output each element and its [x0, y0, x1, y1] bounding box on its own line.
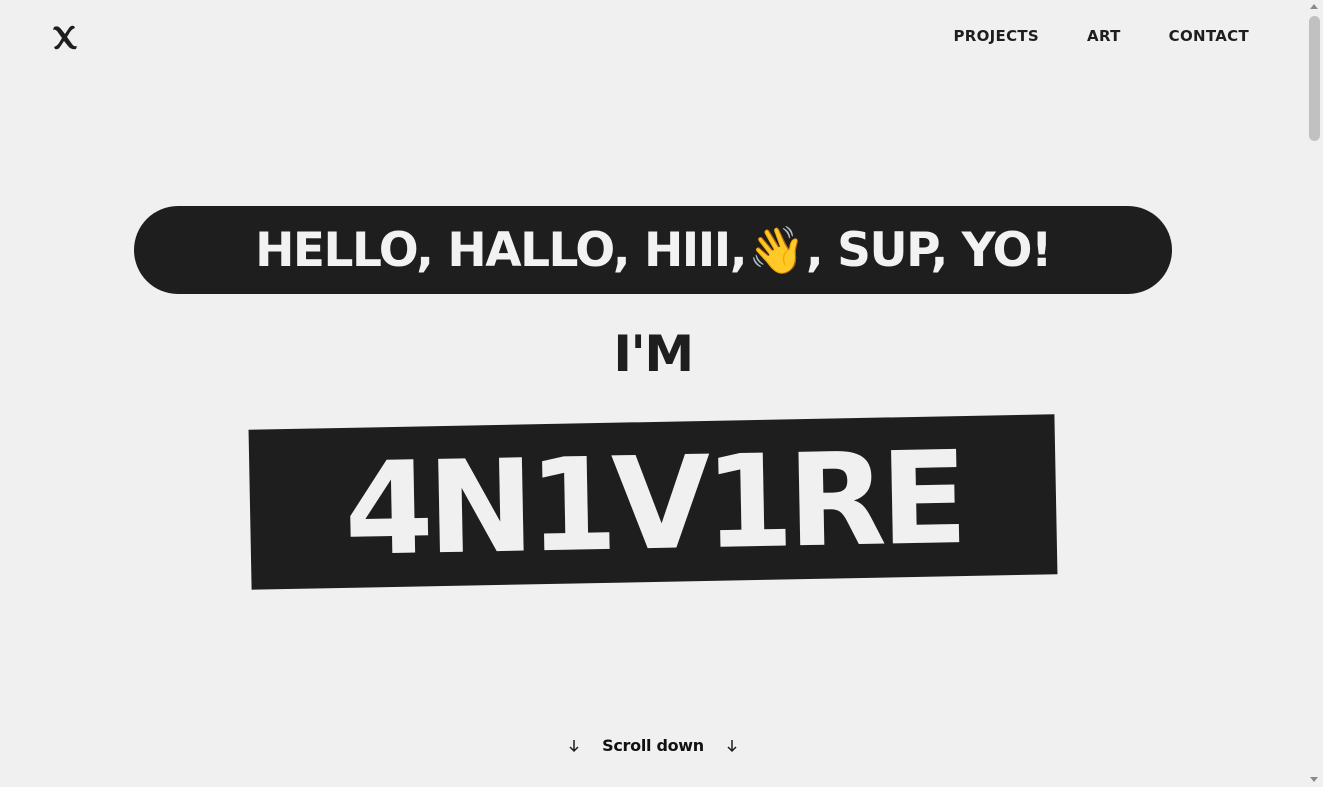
- page: PROJECTS ART CONTACT HELLO, HALLO, HIII,…: [0, 0, 1323, 787]
- x-logo-icon[interactable]: [50, 22, 80, 52]
- greeting-text: HELLO, HALLO, HIII, 👋 , SUP, YO!: [255, 222, 1053, 278]
- greeting-banner: HELLO, HALLO, HIII, 👋 , SUP, YO!: [134, 206, 1172, 294]
- arrow-down-icon: [569, 739, 579, 752]
- x-logo-icon-svg: [53, 25, 77, 50]
- intro-heading: I'M: [613, 325, 694, 383]
- nav-link-art[interactable]: ART: [1087, 27, 1121, 45]
- scroll-up-arrow-icon[interactable]: [1310, 4, 1318, 9]
- scrollbar-thumb[interactable]: [1309, 16, 1320, 141]
- name-banner: 4N1V1RE: [248, 414, 1058, 590]
- greeting-text-start: HELLO, HALLO, HIII,: [255, 222, 748, 278]
- scroll-down-button[interactable]: Scroll down: [0, 736, 1306, 755]
- vertical-scrollbar[interactable]: [1306, 0, 1323, 787]
- scroll-down-label: Scroll down: [602, 736, 704, 755]
- arrow-down-icon: [727, 739, 737, 752]
- nav-link-contact[interactable]: CONTACT: [1169, 27, 1249, 45]
- nav-link-projects[interactable]: PROJECTS: [953, 27, 1039, 45]
- greeting-text-end: , SUP, YO!: [805, 222, 1053, 278]
- main-nav: PROJECTS ART CONTACT: [953, 27, 1249, 45]
- scroll-down-arrow-icon[interactable]: [1310, 777, 1318, 782]
- waving-hand-icon: 👋: [748, 222, 805, 277]
- name-title: 4N1V1RE: [342, 424, 964, 585]
